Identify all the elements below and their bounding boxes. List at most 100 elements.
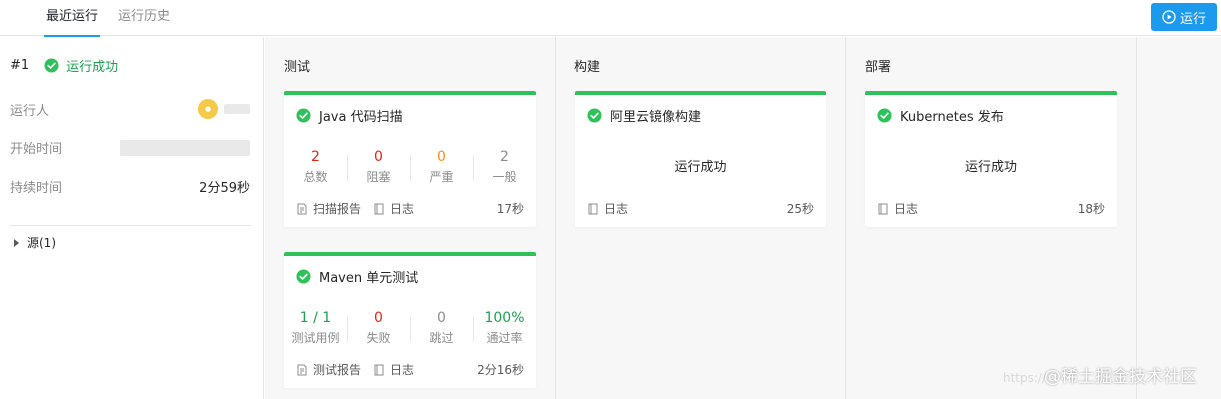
stage-title-build: 构建 (574, 60, 601, 75)
stat-label: 跳过 (429, 331, 454, 345)
log-link[interactable]: 日志 (587, 200, 628, 217)
stage-title-test: 测试 (284, 60, 311, 75)
stat-pass-rate: 100% 通过率 (473, 310, 536, 346)
job-name: Kubernetes 发布 (900, 110, 1004, 125)
url-watermark: https:// (1003, 371, 1047, 385)
stat-label: 通过率 (486, 331, 523, 345)
job-status-message: 运行成功 (674, 160, 727, 175)
stat-label: 测试用例 (291, 331, 340, 345)
divider (10, 225, 251, 226)
tab-recent-runs[interactable]: 最近运行 (43, 0, 101, 37)
log-link[interactable]: 日志 (373, 200, 414, 217)
log-label: 日志 (894, 202, 919, 216)
log-book-icon (374, 203, 384, 214)
job-card-k8s-deploy[interactable]: Kubernetes 发布 运行成功 日志 18秒 (865, 91, 1117, 227)
job-header: Maven 单元测试 (296, 267, 418, 286)
stat-failed: 0 失败 (347, 310, 410, 346)
stat-label: 总数 (303, 170, 328, 184)
job-duration: 18秒 (1077, 202, 1105, 216)
watermark: @稀土掘金技术社区 (1044, 367, 1197, 387)
job-footer: 日志 25秒 (587, 200, 814, 217)
log-book-icon (588, 203, 598, 214)
tab-run-history[interactable]: 运行历史 (118, 0, 170, 36)
job-name: Java 代码扫描 (319, 110, 403, 125)
log-book-icon (374, 364, 384, 375)
job-footer: 扫描报告 日志 17秒 (296, 200, 524, 217)
job-card-maven-test[interactable]: Maven 单元测试 1 / 1 测试用例 0 失败 0 跳过 100% 通过率… (284, 252, 536, 388)
success-check-icon (587, 108, 602, 123)
success-check-icon (296, 108, 311, 123)
source-label: 源(1) (27, 236, 56, 250)
play-circle-icon (1162, 10, 1176, 24)
stat-label: 失败 (366, 331, 391, 345)
run-number: #1 (10, 58, 30, 73)
stat-value: 0 (437, 310, 446, 326)
job-name: Maven 单元测试 (319, 271, 419, 286)
job-header: Kubernetes 发布 (877, 106, 1004, 125)
scan-report-label: 扫描报告 (313, 202, 362, 216)
test-stats: 1 / 1 测试用例 0 失败 0 跳过 100% 通过率 (284, 310, 536, 346)
stat-critical: 0 严重 (410, 149, 473, 185)
success-check-icon (877, 108, 892, 123)
runner-row: 运行人 ● (10, 99, 250, 119)
start-time-label: 开始时间 (10, 142, 63, 157)
stat-value: 100% (484, 310, 525, 326)
stat-value: 2 (311, 149, 320, 165)
success-check-icon (44, 58, 59, 73)
log-book-icon (878, 203, 888, 214)
job-header: 阿里云镜像构建 (587, 106, 701, 125)
report-icon (297, 203, 307, 214)
stat-value: 0 (437, 149, 446, 165)
log-label: 日志 (604, 202, 629, 216)
duration-value: 2分59秒 (199, 181, 250, 196)
stat-test-cases: 1 / 1 测试用例 (284, 310, 347, 346)
test-report-link[interactable]: 测试报告 (296, 361, 361, 378)
duration-row: 持续时间 2分59秒 (10, 177, 250, 196)
redacted-runner-name (224, 104, 250, 114)
stat-label: 严重 (429, 170, 454, 184)
job-name: 阿里云镜像构建 (610, 110, 702, 125)
duration-label: 持续时间 (10, 181, 63, 196)
stat-total: 2 总数 (284, 149, 347, 185)
stat-value: 0 (374, 310, 383, 326)
caret-right-icon (14, 238, 19, 247)
job-duration: 2分16秒 (477, 363, 524, 377)
test-report-label: 测试报告 (313, 363, 362, 377)
top-tab-bar: 最近运行 运行历史 运行 (0, 0, 1221, 37)
stat-normal: 2 一般 (473, 149, 536, 185)
avatar: ● (198, 99, 218, 119)
log-link[interactable]: 日志 (877, 200, 918, 217)
source-toggle[interactable]: 源(1) (14, 234, 56, 251)
job-card-image-build[interactable]: 阿里云镜像构建 运行成功 日志 25秒 (575, 91, 826, 227)
log-label: 日志 (390, 363, 415, 377)
redacted-start-time (120, 139, 250, 156)
job-footer: 日志 18秒 (877, 200, 1105, 217)
run-summary-panel: #1 运行成功 运行人 ● 开始时间 持续时间 2分59秒 源(1) (0, 37, 264, 399)
report-icon (297, 364, 307, 375)
stat-label: 阻塞 (366, 170, 391, 184)
run-button-label: 运行 (1179, 11, 1206, 27)
job-header: Java 代码扫描 (296, 106, 403, 125)
run-status: 运行成功 (66, 60, 119, 75)
job-card-java-scan[interactable]: Java 代码扫描 2 总数 0 阻塞 0 严重 2 一般 扫描报告 日志 17… (284, 91, 536, 227)
run-header: #1 运行成功 (10, 56, 118, 75)
stage-title-deploy: 部署 (865, 60, 892, 75)
scan-stats: 2 总数 0 阻塞 0 严重 2 一般 (284, 149, 536, 185)
runner-label: 运行人 (10, 103, 50, 119)
stat-skipped: 0 跳过 (410, 310, 473, 346)
stat-value: 2 (500, 149, 509, 165)
run-button[interactable]: 运行 (1151, 3, 1217, 31)
stage-empty-column (1137, 37, 1221, 399)
job-duration: 25秒 (786, 202, 814, 216)
stat-blocker: 0 阻塞 (347, 149, 410, 185)
job-footer: 测试报告 日志 2分16秒 (296, 361, 524, 378)
stat-value: 1 / 1 (299, 310, 332, 326)
job-status-message: 运行成功 (964, 160, 1017, 175)
job-duration: 17秒 (496, 202, 524, 216)
start-time-row: 开始时间 (10, 138, 250, 157)
stat-label: 一般 (492, 170, 517, 184)
log-link[interactable]: 日志 (373, 361, 414, 378)
stat-value: 0 (374, 149, 383, 165)
scan-report-link[interactable]: 扫描报告 (296, 200, 361, 217)
log-label: 日志 (390, 202, 415, 216)
